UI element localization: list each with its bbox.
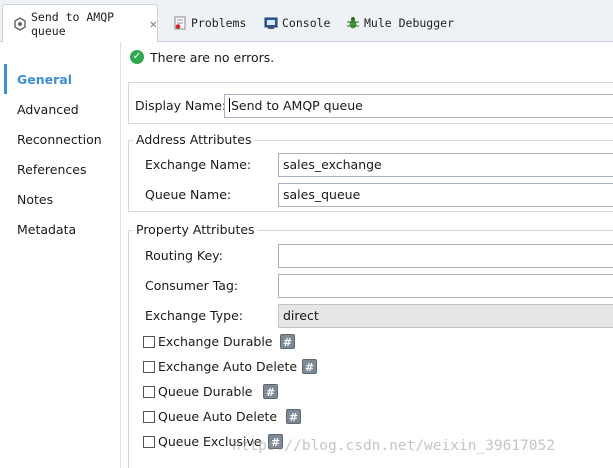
problems-icon (173, 16, 187, 30)
nav-item-references[interactable]: References (17, 161, 86, 179)
flow-element-icon (13, 16, 27, 31)
exchange-name-input[interactable]: sales_exchange (278, 153, 613, 177)
display-name-label: Display Name: (135, 98, 227, 113)
exchange-type-select[interactable]: direct (278, 304, 613, 328)
routing-key-label: Routing Key: (145, 248, 223, 263)
queue-auto-delete-checkbox[interactable] (143, 411, 155, 423)
queue-exclusive-checkbox[interactable] (143, 436, 155, 448)
exchange-durable-label: Exchange Durable (158, 334, 273, 349)
exchange-type-label: Exchange Type: (145, 308, 243, 323)
exchange-name-value: sales_exchange (283, 157, 382, 172)
check-ok-icon: ✓ (130, 50, 144, 64)
tab-console[interactable]: Console (264, 8, 330, 38)
exchange-name-label: Exchange Name: (145, 157, 252, 172)
nav-item-general[interactable]: General (17, 71, 72, 89)
tab-send-to-amqp-queue[interactable]: Send to AMQP queue ✕ (2, 4, 158, 42)
exchange-auto-delete-expression-button[interactable]: # (302, 359, 317, 374)
exchange-auto-delete-label: Exchange Auto Delete (158, 359, 298, 374)
queue-durable-label: Queue Durable (158, 384, 253, 399)
tab-mule-debugger[interactable]: Mule Debugger (346, 8, 454, 38)
nav-item-notes[interactable]: Notes (17, 191, 53, 209)
exchange-durable-expression-button[interactable]: # (280, 334, 295, 349)
exchange-type-value: direct (283, 308, 319, 323)
queue-durable-expression-button[interactable]: # (263, 384, 278, 399)
queue-name-label: Queue Name: (145, 187, 232, 202)
exchange-auto-delete-checkbox[interactable] (143, 361, 155, 373)
tab-label: Send to AMQP queue (31, 9, 115, 38)
consumer-tag-label: Consumer Tag: (145, 278, 239, 293)
status-message: There are no errors. (150, 49, 275, 65)
validation-status: ✓ There are no errors. (130, 48, 274, 66)
queue-durable-checkbox[interactable] (143, 386, 155, 398)
tab-label: Problems (191, 16, 247, 30)
console-icon (264, 16, 278, 30)
close-icon[interactable]: ✕ (150, 17, 157, 31)
nav-item-advanced[interactable]: Advanced (17, 101, 79, 119)
display-name-value: Send to AMQP queue (231, 98, 363, 113)
watermark-text: https://blog.csdn.net/weixin_39617052 (232, 438, 556, 454)
editor-tab-bar: Send to AMQP queue ✕ Problems Console Mu… (0, 0, 613, 42)
text-cursor (229, 98, 230, 112)
debugger-bug-icon (346, 16, 360, 30)
properties-nav: General Advanced Reconnection References… (0, 42, 121, 468)
queue-auto-delete-expression-button[interactable]: # (286, 409, 301, 424)
queue-auto-delete-label: Queue Auto Delete (158, 409, 278, 424)
nav-item-reconnection[interactable]: Reconnection (17, 131, 102, 149)
queue-name-value: sales_queue (283, 187, 361, 202)
address-attributes-legend: Address Attributes (133, 133, 255, 147)
queue-name-input[interactable]: sales_queue (278, 183, 613, 207)
property-attributes-legend: Property Attributes (133, 223, 258, 237)
nav-item-metadata[interactable]: Metadata (17, 221, 76, 239)
exchange-durable-checkbox[interactable] (143, 336, 155, 348)
routing-key-input[interactable] (278, 244, 613, 268)
tab-label: Mule Debugger (364, 16, 455, 30)
tab-label: Console (282, 16, 331, 30)
display-name-input[interactable]: Send to AMQP queue (224, 94, 613, 118)
nav-active-indicator (4, 64, 7, 94)
tab-problems[interactable]: Problems (173, 8, 246, 38)
consumer-tag-input[interactable] (278, 274, 613, 298)
